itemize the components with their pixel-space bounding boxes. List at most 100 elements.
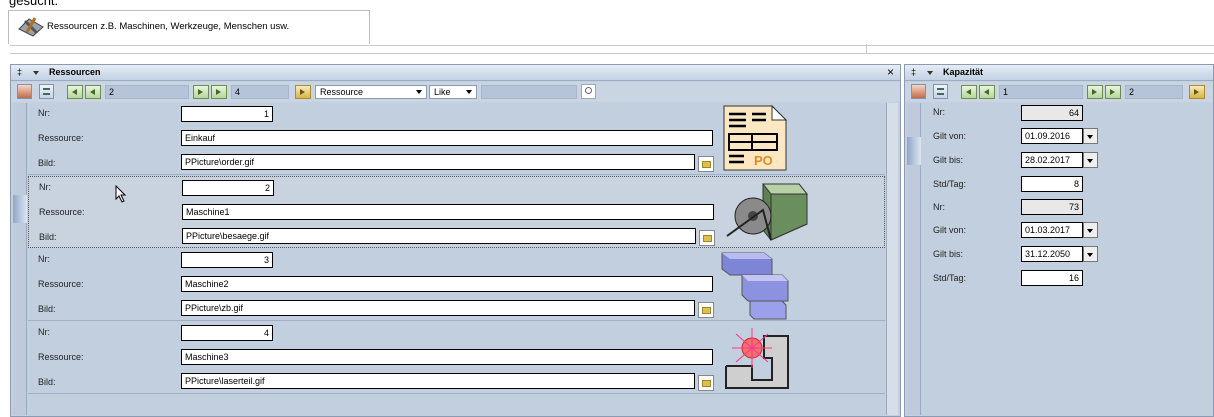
ressource-label: Ressource: xyxy=(38,133,84,143)
current-record-indicator xyxy=(907,137,921,165)
gilt-bis-field[interactable]: 31.12.2050 xyxy=(1021,246,1083,262)
collapse-icon[interactable] xyxy=(927,71,933,75)
bild-label: Bild: xyxy=(38,377,56,387)
folder-icon xyxy=(703,235,712,242)
nr-field: 73 xyxy=(1021,199,1083,215)
new-record-button[interactable] xyxy=(911,84,926,99)
kapazitaet-list: Nr: 64 Gilt von: 01.09.2016 Gilt bis: 28… xyxy=(907,103,1213,415)
nr-field[interactable]: 1 xyxy=(181,106,273,122)
browse-button[interactable] xyxy=(698,156,714,172)
ressourcen-panel-header: ‡ Ressourcen × xyxy=(11,65,900,81)
panel-title: Kapazität xyxy=(943,67,984,77)
page-top-text: gesucht. xyxy=(9,0,59,8)
kapazitaet-panel: ‡ Kapazität 1 2 Nr: 64 Gilt von: 01.09.2… xyxy=(904,64,1214,417)
ressource-field[interactable]: Einkauf xyxy=(181,130,713,146)
last-record-button[interactable] xyxy=(211,85,227,99)
std-tag-field[interactable]: 16 xyxy=(1021,270,1083,286)
gilt-bis-field[interactable]: 28.02.2017 xyxy=(1021,152,1083,168)
next-icon xyxy=(1092,89,1097,95)
folder-icon xyxy=(702,161,711,168)
ressource-field[interactable]: Maschine2 xyxy=(181,276,713,292)
pin-icon[interactable]: ‡ xyxy=(17,65,22,80)
order-icon: PO xyxy=(723,104,788,171)
bild-field[interactable]: PPicture\order.gif xyxy=(181,154,695,170)
first-record-button[interactable] xyxy=(67,85,83,99)
bild-field[interactable]: PPicture\laserteil.gif xyxy=(181,373,695,389)
chevron-down-icon xyxy=(1087,159,1093,163)
gilt-von-label: Gilt von: xyxy=(933,225,967,235)
tab-ressourcen[interactable]: Ressourcen z.B. Maschinen, Werkzeuge, Me… xyxy=(8,10,370,44)
record-row-active: Nr: 2 Ressource: Maschine1 Bild: PPictur… xyxy=(28,176,885,248)
last-record-button[interactable] xyxy=(1105,85,1121,99)
bild-field[interactable]: PPicture\besaege.gif xyxy=(182,228,696,244)
search-field-select[interactable]: Ressource xyxy=(315,85,427,99)
ressource-field[interactable]: Maschine1 xyxy=(182,204,714,220)
date-dropdown-button[interactable] xyxy=(1083,128,1098,144)
vertical-scrollbar[interactable] xyxy=(886,103,898,415)
prev-record-button[interactable] xyxy=(85,85,101,99)
search-button[interactable] xyxy=(581,84,596,99)
ressource-label: Ressource: xyxy=(38,352,84,362)
nr-field[interactable]: 4 xyxy=(181,325,273,341)
record-position-field[interactable]: 2 xyxy=(105,85,189,99)
nr-label: Nr: xyxy=(39,182,51,192)
ressourcen-toolbar: 2 4 Ressource Like xyxy=(11,82,900,102)
prev-record-button[interactable] xyxy=(979,85,995,99)
browse-button[interactable] xyxy=(698,302,714,318)
gilt-bis-label: Gilt bis: xyxy=(933,249,964,259)
chevron-down-icon xyxy=(466,90,472,94)
gilt-von-label: Gilt von: xyxy=(933,131,967,141)
folder-icon xyxy=(702,380,711,387)
filter-icon xyxy=(300,89,305,95)
new-record-button[interactable] xyxy=(17,84,32,99)
filter-button[interactable] xyxy=(295,85,311,99)
search-icon xyxy=(585,87,592,94)
chevron-down-icon xyxy=(1087,135,1093,139)
filter-icon xyxy=(1194,89,1199,95)
gilt-von-field[interactable]: 01.03.2017 xyxy=(1021,222,1083,238)
filter-button[interactable] xyxy=(1189,85,1205,99)
bild-label: Bild: xyxy=(38,304,56,314)
record-row: Nr: 4 Ressource: Maschine3 Bild: PPictur… xyxy=(28,322,885,394)
nr-field[interactable]: 2 xyxy=(182,180,274,196)
laser-part-icon xyxy=(725,328,789,389)
nr-field[interactable]: 3 xyxy=(181,252,273,268)
gilt-von-field[interactable]: 01.09.2016 xyxy=(1021,128,1083,144)
list-view-button[interactable] xyxy=(39,84,54,99)
saw-machine-icon xyxy=(726,183,809,241)
last-icon xyxy=(1110,89,1115,95)
first-record-button[interactable] xyxy=(961,85,977,99)
next-record-button[interactable] xyxy=(193,85,209,99)
browse-button[interactable] xyxy=(699,230,715,246)
browse-button[interactable] xyxy=(698,375,714,391)
operator-select[interactable]: Like xyxy=(429,85,477,99)
ressourcen-list: Nr: 1 Ressource: Einkauf Bild: PPicture\… xyxy=(13,103,885,415)
record-row: Nr: 1 Ressource: Einkauf Bild: PPicture\… xyxy=(28,103,885,175)
tools-icon xyxy=(18,17,44,37)
nr-label: Nr: xyxy=(933,202,945,212)
date-dropdown-button[interactable] xyxy=(1083,246,1098,262)
close-icon[interactable]: × xyxy=(887,65,894,80)
chevron-down-icon xyxy=(1087,229,1093,233)
record-position-field[interactable]: 1 xyxy=(999,85,1083,99)
bild-field[interactable]: PPicture\zb.gif xyxy=(181,300,695,316)
tab-title: Ressourcen z.B. Maschinen, Werkzeuge, Me… xyxy=(47,21,290,32)
pin-icon[interactable]: ‡ xyxy=(911,65,916,80)
search-input[interactable] xyxy=(481,85,577,99)
panel-title: Ressourcen xyxy=(49,67,101,77)
ressource-field[interactable]: Maschine3 xyxy=(181,349,713,365)
record-selector-strip xyxy=(13,103,27,415)
nr-label: Nr: xyxy=(38,327,50,337)
list-view-button[interactable] xyxy=(933,84,948,99)
collapse-icon[interactable] xyxy=(33,71,39,75)
std-tag-field[interactable]: 8 xyxy=(1021,176,1083,192)
nr-label: Nr: xyxy=(933,107,945,117)
kapazitaet-toolbar: 1 2 xyxy=(905,82,1213,102)
prev-icon xyxy=(984,89,989,95)
svg-text:PO: PO xyxy=(754,153,773,168)
record-row: Nr: 3 Ressource: Maschine2 Bild: PPictur… xyxy=(28,249,885,321)
tab-separator xyxy=(10,45,1214,54)
date-dropdown-button[interactable] xyxy=(1083,222,1098,238)
next-record-button[interactable] xyxy=(1087,85,1103,99)
date-dropdown-button[interactable] xyxy=(1083,152,1098,168)
